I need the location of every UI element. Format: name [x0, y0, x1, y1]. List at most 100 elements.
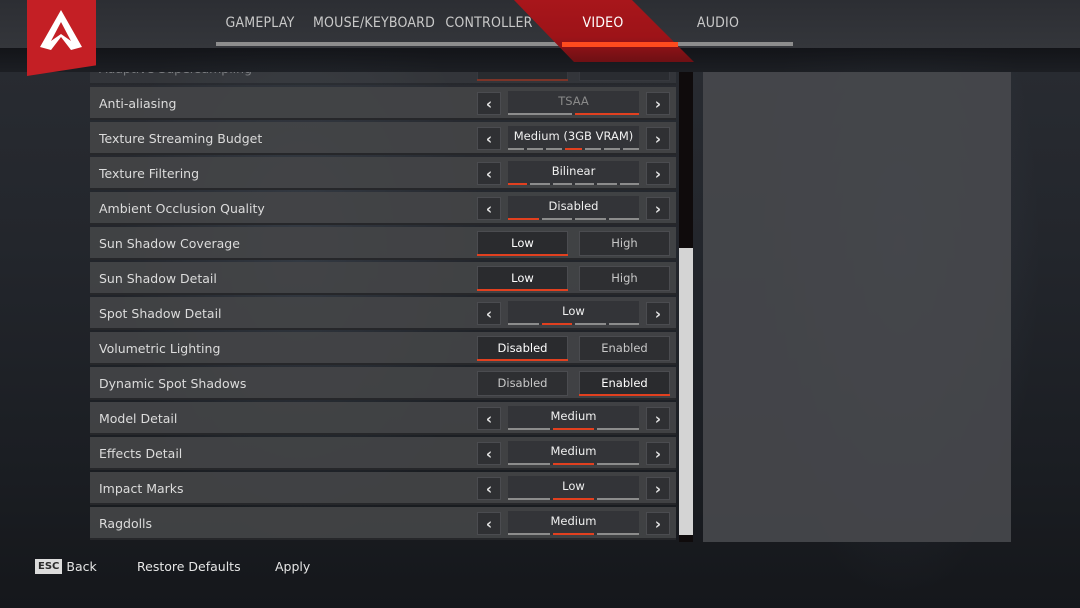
chevron-left-icon: ‹ [485, 304, 493, 323]
tab-audio[interactable]: AUDIO [680, 0, 756, 46]
option-selector[interactable]: Medium [508, 441, 640, 465]
option-selector[interactable]: TSAA [508, 91, 639, 115]
chevron-left-icon: ‹ [485, 199, 493, 218]
next-option-button[interactable]: › [646, 407, 670, 430]
option-high-button[interactable]: High [579, 231, 670, 256]
previous-option-button[interactable]: ‹ [477, 302, 501, 325]
option-enabled-button[interactable]: Enabled [579, 336, 670, 361]
option-disabled-button[interactable]: Disabled [477, 72, 568, 81]
option-selector[interactable]: Medium (3GB VRAM) [508, 126, 639, 150]
option-selector[interactable]: Low [508, 301, 639, 325]
tab-gameplay[interactable]: GAMEPLAY [216, 0, 304, 46]
setting-row[interactable]: Dynamic Spot Shadows Disabled Enabled [90, 367, 676, 400]
option-disabled-button[interactable]: Disabled [477, 371, 568, 396]
setting-row[interactable]: Ragdolls ‹ Medium › [90, 507, 676, 540]
option-enabled-button[interactable]: Enabled [579, 371, 670, 396]
setting-row[interactable]: Texture Streaming Budget ‹ Medium (3GB VRA… [90, 122, 676, 155]
scrollbar-track[interactable] [679, 72, 693, 542]
apex-logo[interactable] [27, 0, 96, 76]
setting-label: Spot Shadow Detail [99, 306, 222, 321]
level-segment [575, 323, 606, 325]
level-segment [508, 498, 550, 500]
video-settings-list: Adaptive Supersampling Disabled Enabled Ant… [90, 72, 676, 542]
option-selector[interactable]: Medium [508, 406, 640, 430]
setting-row[interactable]: Sun Shadow Detail Low High [90, 262, 676, 295]
option-high-button[interactable]: High [579, 266, 670, 291]
previous-option-button[interactable]: ‹ [477, 477, 501, 500]
scrollbar-thumb[interactable] [679, 247, 693, 535]
level-segment [552, 183, 572, 185]
previous-option-button[interactable]: ‹ [477, 512, 501, 535]
previous-option-button[interactable]: ‹ [477, 162, 501, 185]
setting-row[interactable]: Spot Shadow Detail ‹ Low › [90, 297, 676, 330]
setting-label: Sun Shadow Coverage [99, 236, 240, 251]
level-segment [597, 463, 640, 465]
chevron-left-icon: ‹ [485, 129, 493, 148]
next-option-button[interactable]: › [646, 442, 670, 465]
level-segment [575, 218, 606, 220]
setting-row[interactable]: Sun Shadow Coverage Low High [90, 227, 676, 260]
tab-controller[interactable]: CONTROLLER [440, 0, 538, 46]
setting-label: Sun Shadow Detail [99, 271, 217, 286]
setting-row[interactable]: Anti-aliasing ‹ TSAA › [90, 87, 676, 120]
option-selector[interactable]: Bilinear [508, 161, 639, 185]
level-segment-active [541, 323, 572, 325]
setting-row[interactable]: Texture Filtering ‹ Bilinear › [90, 157, 676, 190]
option-selector[interactable]: Disabled [508, 196, 639, 220]
level-segment [574, 183, 595, 185]
selected-option-value: Bilinear [551, 164, 596, 178]
option-low-button[interactable]: Low [477, 266, 568, 291]
setting-row[interactable]: Ambient Occlusion Quality ‹ Disabled › [90, 192, 676, 225]
level-segment [508, 113, 572, 115]
tab-mouse-keyboard[interactable]: MOUSE/KEYBOARD [313, 0, 435, 46]
option-disabled-button[interactable]: Disabled [477, 336, 568, 361]
next-option-button[interactable]: › [646, 162, 670, 185]
back-button[interactable]: ESC Back [35, 559, 97, 574]
option-selector[interactable]: Low [508, 476, 640, 500]
chevron-left-icon: ‹ [485, 164, 493, 183]
next-option-button[interactable]: › [646, 477, 670, 500]
level-segment-active [565, 148, 582, 150]
setting-label: Anti-aliasing [99, 96, 177, 111]
level-segment [508, 463, 550, 465]
tab-video[interactable]: VIDEO [560, 0, 646, 46]
next-option-button[interactable]: › [646, 512, 670, 535]
next-option-button[interactable]: › [646, 197, 670, 220]
level-segment [508, 533, 550, 535]
footer-bar: ESC Back Restore Defaults Apply [0, 552, 1080, 582]
setting-description-panel [703, 72, 1011, 542]
apply-button[interactable]: Apply [275, 559, 310, 574]
level-segment [603, 148, 620, 150]
setting-row[interactable]: Volumetric Lighting Disabled Enabled [90, 332, 676, 365]
selected-option-value: Medium [550, 514, 597, 528]
level-segment [622, 148, 639, 150]
setting-label: Dynamic Spot Shadows [99, 376, 247, 391]
setting-label: Adaptive Supersampling [99, 72, 252, 85]
previous-option-button[interactable]: ‹ [477, 127, 501, 150]
level-segment [546, 148, 563, 150]
setting-label: Effects Detail [99, 446, 183, 461]
setting-row[interactable]: Impact Marks ‹ Low › [90, 472, 676, 505]
previous-option-button[interactable]: ‹ [477, 197, 501, 220]
setting-row[interactable]: Adaptive Supersampling Disabled Enabled [90, 72, 676, 85]
restore-defaults-button[interactable]: Restore Defaults [137, 559, 241, 574]
previous-option-button[interactable]: ‹ [477, 92, 501, 115]
option-level-indicator [508, 183, 639, 185]
option-selector[interactable]: Medium [508, 511, 640, 535]
setting-row[interactable]: Effects Detail ‹ Medium › [90, 437, 676, 470]
next-option-button[interactable]: › [646, 302, 670, 325]
chevron-right-icon: › [654, 444, 662, 463]
option-low-button[interactable]: Low [477, 231, 568, 256]
setting-label: Volumetric Lighting [99, 341, 221, 356]
selected-option-value: Medium (3GB VRAM) [513, 129, 634, 143]
level-segment [619, 183, 639, 185]
next-option-button[interactable]: › [646, 127, 670, 150]
level-segment [597, 428, 640, 430]
previous-option-button[interactable]: ‹ [477, 442, 501, 465]
setting-row[interactable]: Model Detail ‹ Medium › [90, 402, 676, 435]
previous-option-button[interactable]: ‹ [477, 407, 501, 430]
level-segment-active [552, 533, 595, 535]
next-option-button[interactable]: › [646, 92, 670, 115]
option-enabled-button[interactable]: Enabled [579, 72, 670, 81]
setting-label: Texture Streaming Budget [99, 131, 263, 146]
